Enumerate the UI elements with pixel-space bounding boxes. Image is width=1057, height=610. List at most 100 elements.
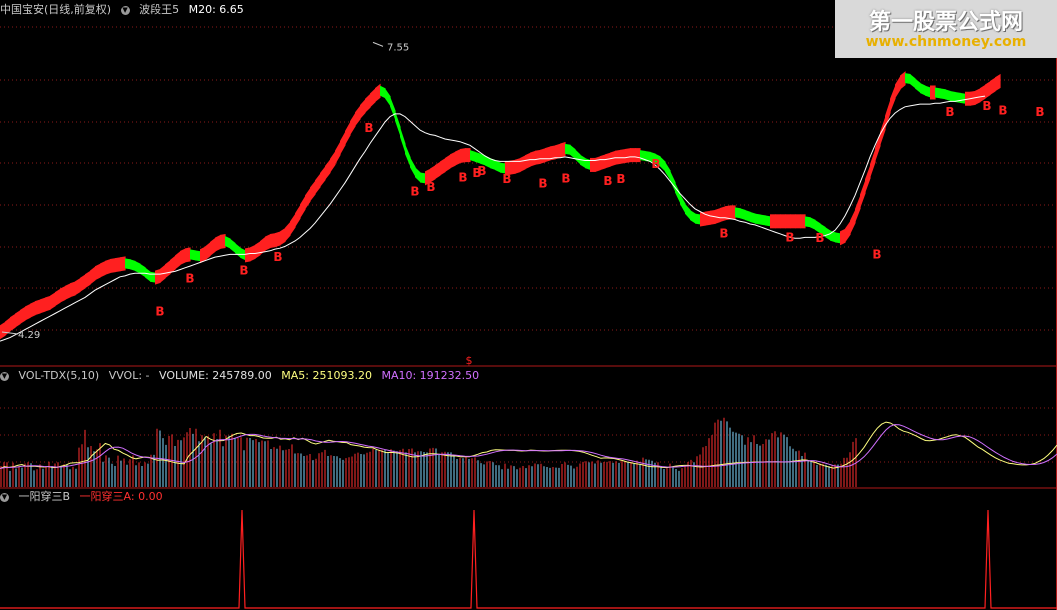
wave-band-segment	[585, 158, 591, 170]
buy-marker: B	[410, 185, 419, 199]
wave-band-segment	[165, 259, 171, 279]
wave-band-segment	[770, 214, 776, 229]
wave-band-segment	[405, 143, 411, 168]
wave-band-segment	[185, 247, 191, 263]
wave-band-segment	[530, 150, 536, 167]
wave-band-segment	[445, 154, 451, 172]
signal-line	[0, 509, 1057, 609]
wave-band-segment	[565, 143, 571, 155]
wave-band-segment	[270, 233, 276, 248]
wave-band-segment	[775, 214, 781, 229]
wave-band-segment	[0, 321, 6, 340]
buy-marker: B	[239, 263, 248, 277]
wave-band-segment	[385, 88, 391, 107]
wave-band-segment	[750, 211, 756, 224]
wave-band-segment	[685, 203, 691, 221]
wave-band-segment	[990, 77, 996, 95]
wave-band-segment	[570, 144, 576, 160]
wave-band-segment	[130, 259, 136, 272]
wave-band-segment	[65, 283, 71, 300]
wave-band-segment	[455, 149, 461, 166]
wave-band-segment	[450, 151, 456, 169]
wave-band-segment	[135, 261, 141, 274]
wave-band-segment	[310, 180, 316, 202]
wave-band-segment	[180, 248, 186, 265]
buy-marker: B	[1035, 105, 1044, 119]
buy-marker: B	[273, 250, 282, 264]
ma20-line	[0, 95, 986, 342]
wave-band-segment	[55, 288, 61, 307]
wave-band-segment	[915, 78, 921, 93]
wave-band-segment	[460, 148, 466, 163]
wave-band-segment	[920, 83, 926, 96]
wave-band-segment	[835, 232, 841, 244]
watermark: 第一股票公式网 www.chnmoney.com	[835, 0, 1057, 58]
buy-marker: B	[719, 227, 728, 241]
wave-band-segment	[620, 149, 626, 164]
chevron-down-icon[interactable]: ▼	[0, 372, 9, 381]
wave-band-segment	[960, 92, 966, 104]
wave-band-segment	[205, 242, 211, 261]
wave-band-segment	[350, 112, 356, 136]
wave-band-segment	[925, 85, 931, 98]
wave-band-segment	[930, 85, 936, 100]
wave-band-segment	[300, 195, 306, 219]
wave-band-segment	[790, 214, 796, 229]
wave-band-segment	[360, 98, 366, 120]
buy-marker: B	[502, 172, 511, 186]
wave-band-segment	[745, 210, 751, 222]
wave-band-segment	[255, 241, 261, 259]
wave-band-segment	[50, 292, 56, 310]
buy-marker: B	[364, 121, 373, 135]
wave-band-segment	[730, 205, 736, 220]
wave-band-segment	[630, 148, 636, 163]
wave-band-segment	[795, 214, 801, 229]
wave-band-segment	[395, 110, 401, 137]
wave-band-segment	[740, 208, 746, 221]
chevron-down-icon[interactable]: ▼	[0, 493, 9, 502]
watermark-title: 第一股票公式网	[868, 10, 1023, 35]
wave-band-segment	[715, 208, 721, 224]
wave-band-segment	[995, 73, 1001, 92]
buy-marker: B	[998, 103, 1007, 117]
wave-band-segment	[150, 271, 156, 283]
wave-band-segment	[275, 231, 281, 248]
wave-band-segment	[945, 89, 951, 102]
indicator-name: 波段王5	[139, 3, 180, 16]
wave-band-segment	[190, 249, 196, 261]
buy-marker: B	[458, 170, 467, 184]
ma10-value: MA10: 191232.50	[381, 369, 480, 382]
chevron-down-icon[interactable]: ▼	[120, 6, 130, 15]
wave-band-segment	[60, 285, 66, 303]
wave-band-segment	[195, 250, 201, 262]
wave-band-segment	[340, 131, 346, 155]
wave-band-segment	[465, 148, 471, 163]
wave-band-segment	[330, 150, 336, 173]
wave-band-segment	[35, 299, 41, 316]
low-price-label: 4.29	[18, 330, 40, 341]
wave-band-segment	[285, 221, 291, 242]
wave-band-segment	[535, 149, 541, 165]
wave-band-segment	[765, 215, 771, 227]
buy-marker: B	[603, 174, 612, 188]
wave-band-segment	[880, 115, 886, 146]
wave-band-segment	[320, 166, 326, 188]
wave-band-segment	[555, 143, 561, 160]
watermark-url: www.chnmoney.com	[865, 34, 1027, 50]
wave-band-segment	[90, 266, 96, 285]
wave-band-segment	[45, 295, 51, 312]
wave-band-segment	[10, 313, 16, 332]
wave-band-segment	[105, 259, 111, 275]
wave-band-segment	[475, 151, 481, 164]
wave-band-segment	[890, 84, 896, 113]
signal-header: ▼ 一阳穿三B 一阳穿三A: 0.00	[0, 490, 169, 504]
wave-band-segment	[335, 140, 341, 165]
wave-band-segment	[70, 281, 76, 298]
wave-band-segment	[265, 234, 271, 251]
volume-header: ▼ VOL-TDX(5,10) VVOL: - VOLUME: 245789.0…	[0, 369, 485, 383]
wave-band-segment	[100, 260, 106, 278]
wave-band-segment	[810, 217, 816, 230]
buy-marker: B	[538, 177, 547, 191]
wave-band-segment	[580, 154, 586, 169]
high-price-label: 7.55	[387, 42, 409, 53]
